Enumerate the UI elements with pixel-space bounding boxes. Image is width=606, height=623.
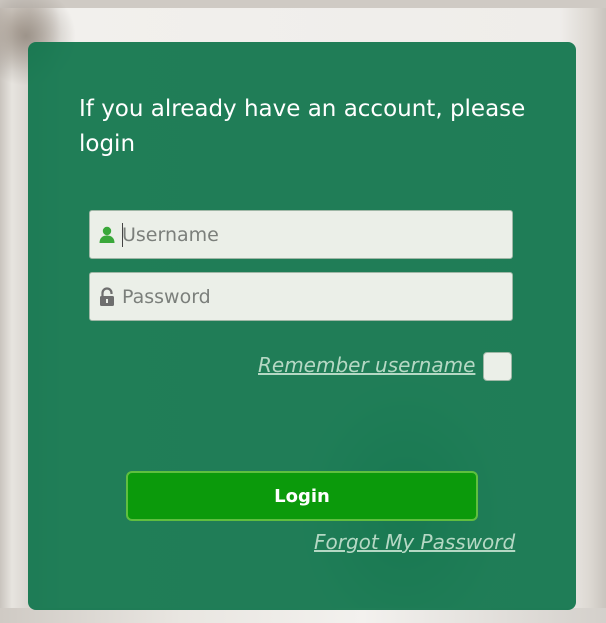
user-icon	[98, 225, 116, 245]
login-heading: If you already have an account, please l…	[79, 96, 526, 157]
username-field[interactable]	[89, 210, 513, 259]
remember-username-link[interactable]: Remember username	[258, 353, 475, 377]
text-cursor	[122, 223, 123, 247]
password-field[interactable]	[89, 272, 513, 321]
remember-username-checkbox[interactable]	[483, 352, 512, 381]
lock-icon	[98, 287, 116, 307]
login-button[interactable]: Login	[126, 471, 478, 521]
background-ceiling	[0, 0, 606, 8]
background-floor	[0, 608, 606, 623]
forgot-password-link[interactable]: Forgot My Password	[314, 530, 515, 554]
username-input[interactable]	[122, 211, 502, 258]
password-input[interactable]	[122, 273, 502, 320]
login-panel: If you already have an account, please l…	[28, 42, 576, 610]
